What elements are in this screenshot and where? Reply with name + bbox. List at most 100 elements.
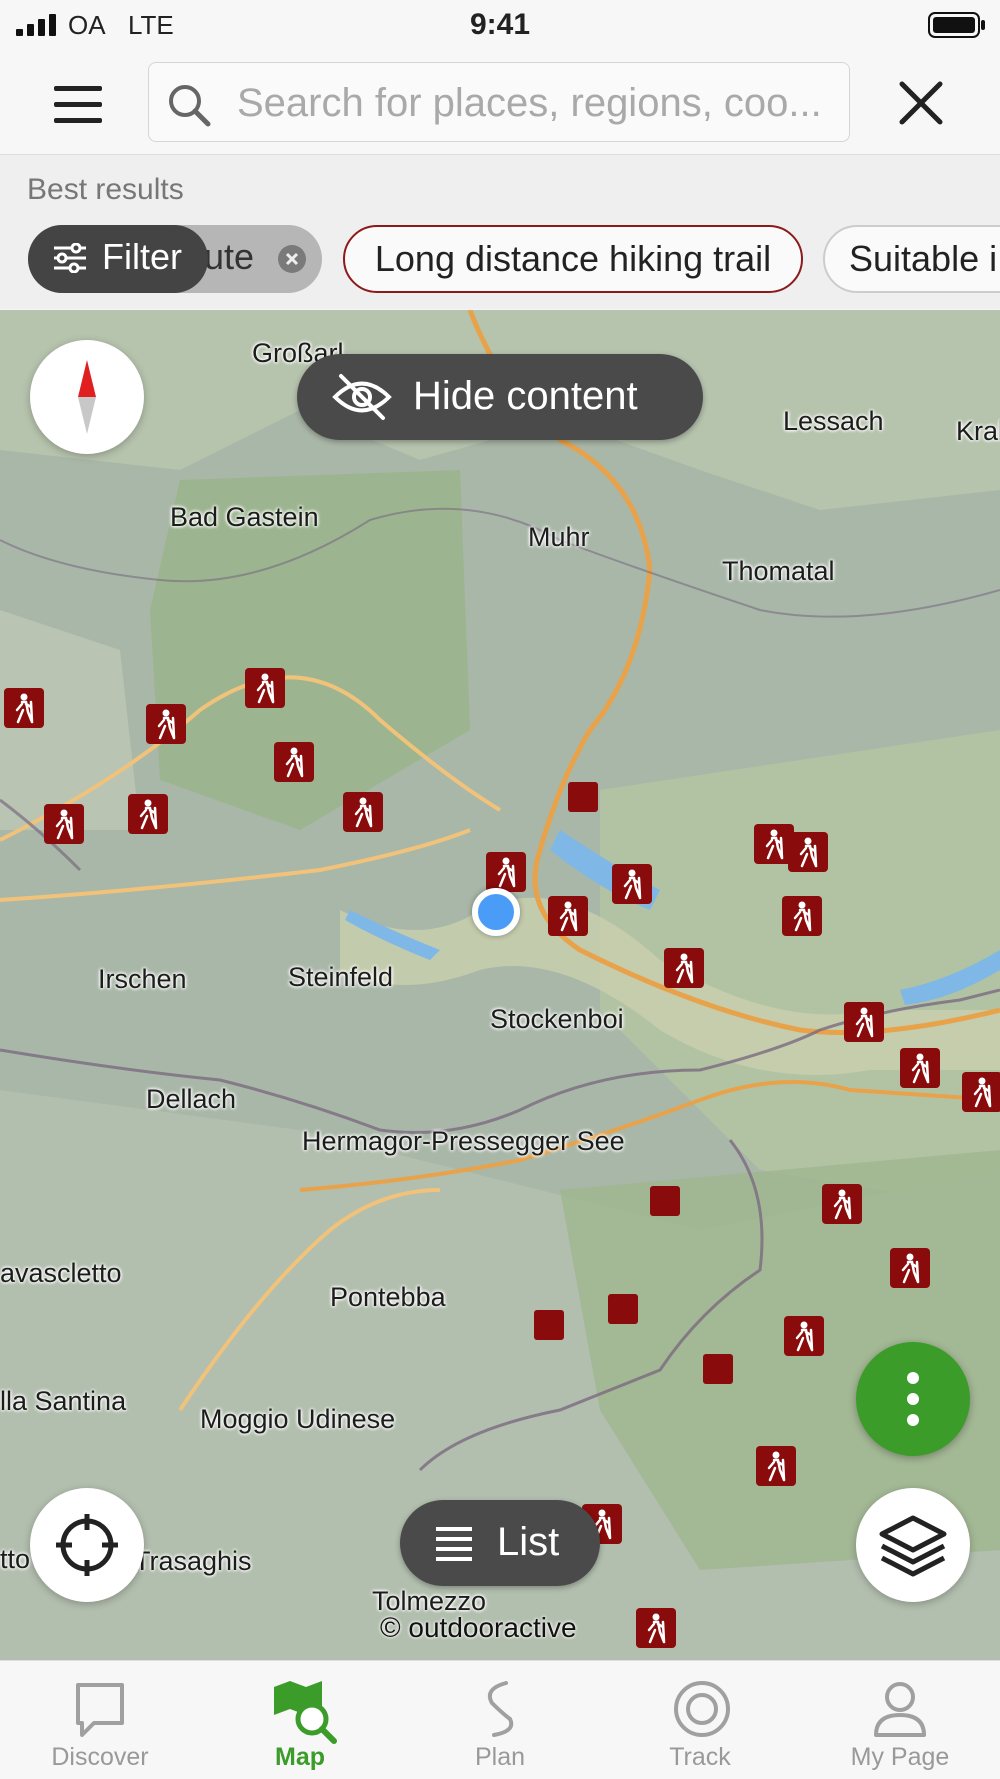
crosshair-icon	[56, 1514, 118, 1576]
list-icon	[436, 1527, 472, 1561]
long-distance-chip[interactable]: Long distance hiking trail	[343, 225, 803, 293]
tab-map[interactable]: Map	[200, 1661, 400, 1779]
hiking-marker[interactable]	[962, 1072, 1000, 1112]
best-results-title: Best results	[27, 173, 184, 206]
hiking-marker[interactable]	[343, 792, 383, 832]
place-label: avascletto	[0, 1258, 122, 1288]
place-label: Lessach	[783, 406, 884, 436]
hiker-icon	[647, 1613, 666, 1644]
place-label: Krak	[956, 416, 1000, 446]
tab-my-page[interactable]: My Page	[800, 1661, 1000, 1779]
hiking-marker[interactable]	[900, 1048, 940, 1088]
hiking-marker[interactable]	[788, 832, 828, 872]
hiker-icon	[15, 693, 34, 724]
poi-marker[interactable]	[568, 782, 598, 812]
hiker-icon	[559, 901, 578, 932]
search-input[interactable]	[235, 73, 839, 133]
filter-chips: ute Filter Long distance hiking trail Su…	[0, 225, 1000, 295]
list-view-button[interactable]: List	[400, 1500, 600, 1586]
hiking-marker[interactable]	[4, 688, 44, 728]
place-label: Dellach	[146, 1084, 237, 1114]
hiking-marker[interactable]	[245, 668, 285, 708]
hiking-marker[interactable]	[128, 794, 168, 834]
discover-icon	[76, 1683, 124, 1737]
hide-content-label: Hide content	[413, 374, 638, 418]
hiking-marker[interactable]	[782, 896, 822, 936]
hiking-marker[interactable]	[784, 1316, 824, 1356]
place-label: Stockenboi	[490, 1004, 624, 1034]
hiking-marker[interactable]	[636, 1608, 676, 1648]
bottom-tab-bar: Discover Map Plan Track My Page	[0, 1660, 1000, 1779]
best-results-panel: Best results ute Filter Long distance hi…	[0, 155, 1000, 309]
list-label: List	[497, 1520, 560, 1564]
hiker-icon	[675, 953, 694, 984]
place-label: Trasaghis	[134, 1546, 252, 1576]
hiker-icon	[354, 797, 373, 828]
hiking-marker[interactable]	[146, 704, 186, 744]
hiker-icon	[793, 901, 812, 932]
hiker-icon	[765, 829, 784, 860]
hiker-icon	[767, 1451, 786, 1482]
place-label: Pontebba	[330, 1282, 446, 1312]
filter-label: Filter	[102, 236, 182, 277]
hiker-icon	[139, 799, 158, 830]
hiker-icon	[285, 747, 304, 778]
place-label: lla Santina	[0, 1386, 127, 1416]
search-box[interactable]	[148, 62, 850, 142]
user-icon	[874, 1682, 926, 1737]
eye-off-icon	[332, 374, 392, 420]
tab-discover-label: Discover	[51, 1743, 149, 1771]
hiking-marker[interactable]	[548, 896, 588, 936]
filter-button[interactable]: Filter	[28, 225, 208, 293]
place-label: Moggio Udinese	[200, 1404, 396, 1434]
hiker-icon	[795, 1321, 814, 1352]
hiker-icon	[901, 1253, 920, 1284]
place-label: Bad Gastein	[170, 502, 319, 532]
hiking-marker[interactable]	[612, 864, 652, 904]
tab-track-label: Track	[669, 1743, 731, 1771]
place-label: Hermagor-Pressegger See	[302, 1126, 625, 1156]
tab-track[interactable]: Track	[600, 1661, 800, 1779]
hiking-marker[interactable]	[756, 1446, 796, 1486]
status-bar: OA LTE 9:41	[0, 0, 1000, 50]
place-label: Muhr	[528, 522, 590, 552]
hiker-icon	[256, 673, 275, 704]
map-layers-button[interactable]	[856, 1488, 970, 1602]
hamburger-menu-icon[interactable]	[40, 72, 116, 132]
current-location-dot	[472, 888, 520, 936]
clock: 9:41	[469, 8, 531, 41]
hiking-marker[interactable]	[44, 804, 84, 844]
hiker-icon	[55, 809, 74, 840]
close-icon[interactable]	[894, 76, 948, 130]
map-attribution[interactable]: © outdooractive	[380, 1612, 577, 1644]
hiking-marker[interactable]	[844, 1002, 884, 1042]
poi-marker[interactable]	[650, 1186, 680, 1216]
tab-plan[interactable]: Plan	[400, 1661, 600, 1779]
tab-my-page-label: My Page	[850, 1743, 950, 1771]
hiking-marker[interactable]	[664, 948, 704, 988]
route-plan-icon	[487, 1681, 514, 1737]
battery-icon	[928, 12, 985, 38]
locate-me-button[interactable]	[30, 1488, 144, 1602]
chip-remove-icon[interactable]	[278, 245, 306, 273]
compass-icon	[78, 360, 96, 434]
hide-content-button[interactable]: Hide content	[297, 354, 703, 440]
search-icon	[169, 85, 211, 127]
hiking-marker[interactable]	[822, 1184, 862, 1224]
tab-plan-label: Plan	[474, 1743, 526, 1771]
suitable-chip[interactable]: Suitable i	[823, 225, 1000, 293]
hiking-marker[interactable]	[486, 852, 526, 892]
hiking-marker[interactable]	[890, 1248, 930, 1288]
hiking-marker[interactable]	[274, 742, 314, 782]
hiker-icon	[973, 1077, 992, 1108]
poi-marker[interactable]	[703, 1354, 733, 1384]
hiker-icon	[497, 857, 516, 888]
more-options-button[interactable]	[856, 1342, 970, 1456]
poi-marker[interactable]	[608, 1294, 638, 1324]
route-chip-label: ute	[204, 236, 255, 277]
map-view[interactable]: Großarl Lessach Krak Bad Gastein Muhr Th…	[0, 310, 1000, 1660]
tab-discover[interactable]: Discover	[0, 1661, 200, 1779]
poi-marker[interactable]	[534, 1310, 564, 1340]
compass-button[interactable]	[30, 340, 144, 454]
layers-icon	[879, 1515, 947, 1577]
